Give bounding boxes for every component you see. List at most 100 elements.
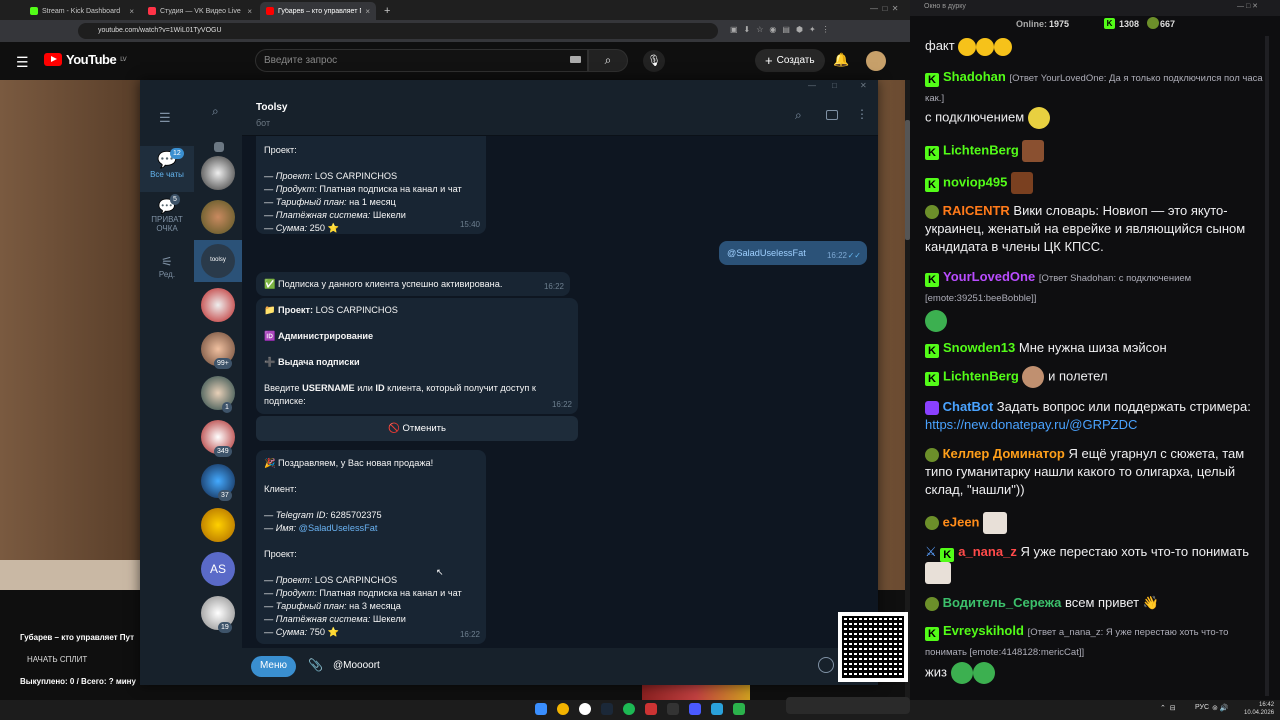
keyboard-icon[interactable] xyxy=(570,56,581,63)
chat-username[interactable]: Snowden13 xyxy=(943,340,1015,355)
chat-username[interactable]: LichtenBerg xyxy=(943,368,1019,383)
chat-bubble-icon: 💬 xyxy=(158,198,176,214)
mention-link[interactable]: @SaladUselessFat xyxy=(296,523,378,533)
chat-username[interactable]: YourLovedOne xyxy=(943,269,1035,284)
folder-all-chats[interactable]: 💬 12 Все чаты xyxy=(140,146,194,192)
chat-username[interactable]: ChatBot xyxy=(943,399,994,414)
app-icon[interactable] xyxy=(645,703,657,715)
chrome-icon[interactable] xyxy=(557,703,569,715)
read-check-icon: ✓✓ xyxy=(847,251,861,260)
new-tab-button[interactable]: + xyxy=(378,2,392,20)
archive-icon[interactable] xyxy=(214,142,224,152)
minimize-icon[interactable]: — xyxy=(808,81,816,90)
clock[interactable]: 16:42 10.04.2026 xyxy=(1244,701,1274,717)
message-bubble: 📁 Проект: LOS CARPINCHOS 🆔 Администриров… xyxy=(256,298,578,414)
chat-username[interactable]: eJeen xyxy=(943,514,980,529)
chat-username[interactable]: RAICENTR xyxy=(943,203,1010,218)
chat-username[interactable]: Водитель_Сережа xyxy=(943,595,1062,610)
chat-message: Knoviop495 xyxy=(925,172,1270,194)
app-icon[interactable] xyxy=(579,703,591,715)
window-controls[interactable]: — □ ✕ xyxy=(1237,2,1258,10)
emoji-icon[interactable] xyxy=(818,657,834,673)
close-icon[interactable]: × xyxy=(365,7,370,16)
tray-icons[interactable]: ⌃ ⊟ xyxy=(1160,704,1176,712)
tab-vk[interactable]: Студия — VK Видео Live × xyxy=(142,2,258,20)
chat-username[interactable]: Shadohan xyxy=(943,69,1006,84)
more-icon[interactable]: ⋮ xyxy=(856,107,868,121)
cat-emote-icon xyxy=(983,512,1008,534)
telegram-icon[interactable] xyxy=(711,703,723,715)
create-button[interactable]: + Создать xyxy=(755,49,825,72)
attach-icon[interactable]: 📎 xyxy=(308,658,323,672)
close-icon[interactable]: × xyxy=(129,7,134,16)
chat-avatar[interactable] xyxy=(201,200,235,234)
chat-avatar-initials[interactable]: AS xyxy=(201,552,235,586)
tab-bar: Stream - Kick Dashboard × Студия — VK Вид… xyxy=(0,0,910,20)
youtube-logo[interactable]: YouTube LV xyxy=(44,52,127,67)
sword-badge-icon: ⚔ xyxy=(925,544,937,559)
chat-message-cont: с подключением xyxy=(925,107,1270,129)
menu-icon[interactable]: ☰ xyxy=(159,110,171,126)
chat-message: RAICENTR Вики словарь: Новиоп — это якут… xyxy=(925,202,1270,256)
message-input[interactable]: @Moooort xyxy=(333,660,380,671)
mouse-cursor: ↖ xyxy=(436,567,444,577)
window-controls[interactable]: — □ ✕ xyxy=(870,4,898,13)
sidebar-toggle-icon[interactable] xyxy=(826,110,838,120)
maximize-icon[interactable]: □ xyxy=(832,81,837,90)
chat-stats: Online: 1975 K 1308 667 xyxy=(915,16,1265,34)
search-icon[interactable]: ⌕ xyxy=(588,49,628,72)
folder-private[interactable]: 💬 5 ПРИВАТ ОЧКА xyxy=(140,194,194,242)
frog-emote-icon xyxy=(972,662,995,684)
unread-badge: 19 xyxy=(218,622,232,633)
obs-icon[interactable] xyxy=(667,703,679,715)
tab-youtube[interactable]: Губарев – кто управляет Путин × xyxy=(260,2,376,20)
unread-badge: 12 xyxy=(170,148,184,159)
message-time: 16:22 xyxy=(459,630,480,639)
extension-icons[interactable]: ▣⬇☆◉▤⬢✦⋮ xyxy=(730,25,836,34)
chat-username[interactable]: Келлер Доминатор xyxy=(943,446,1065,461)
tab-kick[interactable]: Stream - Kick Dashboard × xyxy=(24,2,140,20)
chat-text: всем привет 👋 xyxy=(1064,595,1159,610)
telegram-titlebar: — □ ✕ xyxy=(140,80,878,94)
chat-avatar-toolsy[interactable]: toolsy xyxy=(201,244,235,278)
chat-username[interactable]: LichtenBerg xyxy=(943,142,1019,157)
steam-icon[interactable] xyxy=(601,703,613,715)
language-indicator[interactable]: РУС xyxy=(1195,704,1209,711)
clock-time: 16:42 xyxy=(1259,702,1275,708)
chat-avatar[interactable] xyxy=(201,156,235,190)
folder-edit[interactable]: ⚟ Ред. xyxy=(140,254,194,284)
split-button[interactable]: НАЧАТЬ СПЛИТ xyxy=(27,655,87,664)
chat-username[interactable]: Evreyskihold xyxy=(943,623,1024,638)
start-icon[interactable] xyxy=(535,703,547,715)
chat-avatar[interactable] xyxy=(201,288,235,322)
search-icon[interactable]: ⌕ xyxy=(212,104,219,119)
avatar[interactable] xyxy=(866,51,886,71)
mention-link[interactable]: @SaladUselessFat xyxy=(727,248,806,258)
hamburger-icon[interactable]: ☰ xyxy=(16,54,29,71)
chat-title[interactable]: Toolsy xyxy=(256,102,287,113)
close-icon[interactable]: ✕ xyxy=(860,81,867,90)
chat-avatar[interactable] xyxy=(201,508,235,542)
telegram-window: — □ ✕ ☰ 💬 12 Все чаты 💬 5 ПРИВАТ ОЧКА ⚟ … xyxy=(140,80,878,685)
spotify-icon[interactable] xyxy=(623,703,635,715)
field-key: — Платёжная система: xyxy=(264,210,371,220)
chat-message: ChatBot Задать вопрос или поддержать стр… xyxy=(925,398,1270,434)
app-icon[interactable] xyxy=(733,703,745,715)
bot-menu-button[interactable]: Меню xyxy=(251,656,296,677)
chat-username[interactable]: noviop495 xyxy=(943,174,1007,189)
network-volume-icons[interactable]: ⊚ 🔊 xyxy=(1212,704,1229,712)
overlay-widget xyxy=(786,697,910,714)
close-icon[interactable]: × xyxy=(247,7,252,16)
kick-badge-icon: K xyxy=(925,146,939,161)
donate-link[interactable]: https://new.donatepay.ru/@GRPZDC xyxy=(925,417,1137,432)
search-icon[interactable]: ⌕ xyxy=(795,108,802,123)
folder-label: Все чаты xyxy=(150,170,184,179)
bell-icon[interactable]: 🔔 xyxy=(833,52,849,68)
youtube-search-input[interactable]: Введите запрос xyxy=(255,49,588,72)
scrollbar[interactable] xyxy=(905,80,910,700)
chat-username[interactable]: a_nana_z xyxy=(958,544,1017,559)
cancel-button[interactable]: 🚫 Отменить xyxy=(256,416,578,441)
microphone-icon[interactable]: 🎙 xyxy=(643,50,665,72)
app-icon[interactable] xyxy=(689,703,701,715)
url-input[interactable]: youtube.com/watch?v=1WiL01TyVOGU xyxy=(78,23,718,39)
